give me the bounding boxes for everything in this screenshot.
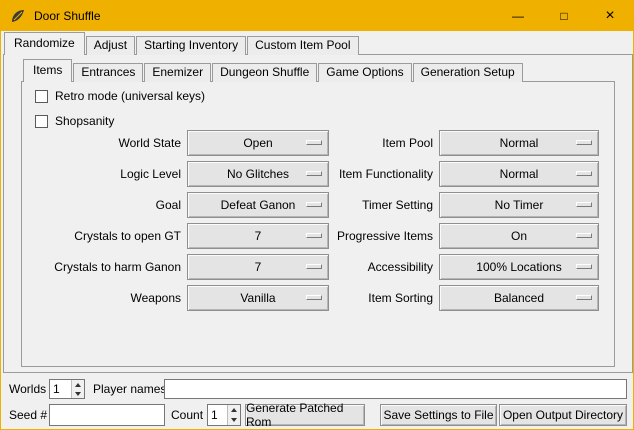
- dropdown-value: No Glitches: [227, 167, 289, 181]
- item-functionality-dropdown[interactable]: Normal: [439, 161, 599, 187]
- tab-game-options[interactable]: Game Options: [318, 63, 411, 82]
- accessibility-label: Accessibility: [301, 254, 433, 280]
- worlds-label: Worlds: [9, 379, 46, 399]
- window: Door Shuffle — □ × Randomize Adjust Star…: [0, 0, 634, 430]
- dropdown-value: 100% Locations: [476, 260, 561, 274]
- spin-up-icon: [75, 383, 81, 387]
- progressive-items-dropdown[interactable]: On: [439, 223, 599, 249]
- open-output-directory-button[interactable]: Open Output Directory: [499, 404, 627, 426]
- tab-items[interactable]: Items: [23, 59, 72, 82]
- outer-tab-bar: Randomize Adjust Starting Inventory Cust…: [4, 32, 360, 55]
- tab-adjust[interactable]: Adjust: [86, 36, 135, 55]
- tab-dungeon-shuffle[interactable]: Dungeon Shuffle: [212, 63, 317, 82]
- retro-mode-checkbox[interactable]: Retro mode (universal keys): [35, 89, 205, 103]
- checkbox-box[interactable]: [35, 90, 48, 103]
- maximize-icon: □: [560, 9, 567, 23]
- item-pool-dropdown[interactable]: Normal: [439, 130, 599, 156]
- titlebar: Door Shuffle — □ ×: [1, 1, 633, 31]
- dropdown-value: On: [511, 229, 527, 243]
- item-functionality-label: Item Functionality: [301, 161, 433, 187]
- dropdown-indicator-icon: [576, 264, 592, 269]
- tab-custom-item-pool[interactable]: Custom Item Pool: [247, 36, 358, 55]
- dropdown-value: Defeat Ganon: [221, 198, 296, 212]
- dropdown-value: Normal: [500, 136, 539, 150]
- tab-generation-setup[interactable]: Generation Setup: [413, 63, 523, 82]
- item-sorting-dropdown[interactable]: Balanced: [439, 285, 599, 311]
- dropdown-value: 7: [255, 260, 262, 274]
- spin-down-button[interactable]: [228, 415, 240, 425]
- tab-starting-inventory[interactable]: Starting Inventory: [136, 36, 246, 55]
- dropdown-value: No Timer: [495, 198, 544, 212]
- progressive-items-label: Progressive Items: [301, 223, 433, 249]
- generate-patched-rom-button[interactable]: Generate Patched Rom: [245, 404, 365, 426]
- player-names-label: Player names: [93, 379, 166, 399]
- dropdown-value: 7: [255, 229, 262, 243]
- spin-up-button[interactable]: [228, 405, 240, 415]
- window-controls: — □ ×: [495, 1, 633, 31]
- window-title: Door Shuffle: [34, 9, 101, 23]
- goal-label: Goal: [31, 192, 181, 218]
- timer-setting-dropdown[interactable]: No Timer: [439, 192, 599, 218]
- count-label: Count: [171, 404, 203, 426]
- checkbox-label: Shopsanity: [55, 114, 114, 128]
- crystals-ganon-label: Crystals to harm Ganon: [31, 254, 181, 280]
- spin-down-icon: [231, 418, 237, 422]
- crystals-gt-label: Crystals to open GT: [31, 223, 181, 249]
- close-icon: ×: [605, 7, 614, 25]
- player-names-input[interactable]: [164, 379, 627, 399]
- spin-down-icon: [75, 392, 81, 396]
- dropdown-value: Open: [243, 136, 272, 150]
- worlds-spinbox[interactable]: 1: [49, 379, 85, 399]
- tab-randomize[interactable]: Randomize: [4, 32, 85, 55]
- dropdown-indicator-icon: [576, 295, 592, 300]
- close-button[interactable]: ×: [587, 1, 633, 31]
- tab-entrances[interactable]: Entrances: [73, 63, 143, 82]
- count-spinbox[interactable]: 1: [207, 404, 241, 426]
- spinbox-buttons: [71, 380, 84, 398]
- maximize-button[interactable]: □: [541, 1, 587, 31]
- minimize-icon: —: [512, 9, 524, 23]
- spinbox-buttons: [227, 405, 240, 425]
- spin-up-button[interactable]: [72, 380, 84, 389]
- checkbox-label: Retro mode (universal keys): [55, 89, 205, 103]
- timer-setting-label: Timer Setting: [301, 192, 433, 218]
- tab-enemizer[interactable]: Enemizer: [144, 63, 211, 82]
- minimize-button[interactable]: —: [495, 1, 541, 31]
- save-settings-button[interactable]: Save Settings to File: [380, 404, 497, 426]
- seed-label: Seed #: [9, 404, 47, 426]
- dropdown-indicator-icon: [576, 171, 592, 176]
- dropdown-value: Normal: [500, 167, 539, 181]
- seed-input[interactable]: [49, 404, 165, 426]
- weapons-label: Weapons: [31, 285, 181, 311]
- accessibility-dropdown[interactable]: 100% Locations: [439, 254, 599, 280]
- world-state-label: World State: [31, 130, 181, 156]
- dropdown-value: Balanced: [494, 291, 544, 305]
- dropdown-indicator-icon: [576, 233, 592, 238]
- dropdown-value: Vanilla: [240, 291, 275, 305]
- app-icon: [10, 8, 26, 24]
- dropdown-indicator-icon: [576, 140, 592, 145]
- logic-level-label: Logic Level: [31, 161, 181, 187]
- inner-tab-bar: Items Entrances Enemizer Dungeon Shuffle…: [23, 59, 524, 82]
- spinbox-value[interactable]: 1: [208, 405, 227, 425]
- item-sorting-label: Item Sorting: [301, 285, 433, 311]
- spin-down-button[interactable]: [72, 389, 84, 398]
- shopsanity-checkbox[interactable]: Shopsanity: [35, 114, 114, 128]
- item-pool-label: Item Pool: [301, 130, 433, 156]
- dropdown-indicator-icon: [576, 202, 592, 207]
- spinbox-value[interactable]: 1: [50, 380, 71, 398]
- spin-up-icon: [231, 408, 237, 412]
- checkbox-box[interactable]: [35, 115, 48, 128]
